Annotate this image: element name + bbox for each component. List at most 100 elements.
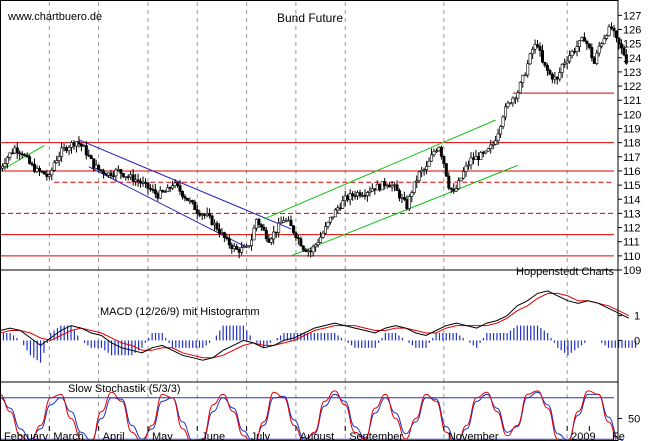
- candle-body: [20, 153, 24, 156]
- candle-body: [148, 188, 152, 190]
- candle-body: [109, 172, 113, 177]
- candle-body: [452, 188, 456, 192]
- price-tick-label: 121: [623, 95, 641, 107]
- price-tick-label: 113: [623, 208, 641, 220]
- candle-body: [587, 43, 591, 48]
- candle-body: [346, 195, 350, 201]
- candle-body: [45, 173, 49, 177]
- candle-body: [439, 147, 443, 157]
- candle-body: [605, 35, 609, 40]
- candle-body: [15, 147, 19, 154]
- candle-body: [183, 196, 187, 199]
- chart-stage: 109 110 111 112 113 114 115 116 117 118 119 120 121 1…: [0, 0, 672, 441]
- candle-body: [3, 163, 7, 167]
- candle-body: [60, 147, 64, 157]
- candle-body: [597, 45, 601, 54]
- candle-body: [563, 62, 567, 65]
- candle-body: [385, 184, 389, 187]
- price-tick-label: 109: [623, 265, 641, 277]
- candle-body: [74, 141, 78, 147]
- candle-body: [296, 237, 300, 240]
- x-tick-label: November: [448, 431, 499, 441]
- candle-body: [479, 152, 483, 160]
- candle-body: [274, 231, 278, 234]
- candle-body: [47, 174, 51, 177]
- candle-body: [326, 221, 330, 227]
- price-tick-label: 112: [623, 223, 641, 235]
- candle-body: [230, 244, 234, 249]
- candle-body: [267, 238, 271, 243]
- candle-body: [516, 92, 520, 99]
- candle-body: [319, 236, 323, 243]
- candle-body: [518, 82, 522, 94]
- candle-body: [449, 187, 453, 190]
- candle-body: [427, 160, 431, 167]
- stochastic-tick-label: 50: [628, 414, 640, 426]
- candle-body: [388, 184, 392, 188]
- candle-body: [575, 46, 579, 52]
- candle-body: [72, 142, 76, 147]
- candle-body: [484, 150, 488, 154]
- candle-body: [247, 245, 251, 247]
- candle-body: [316, 242, 320, 246]
- candle-body: [232, 246, 236, 249]
- price-tick-label: 110: [623, 251, 641, 263]
- candle-body: [143, 182, 147, 184]
- candle-body: [111, 175, 115, 178]
- candle-body: [235, 246, 239, 250]
- x-tick-label: Fe: [612, 431, 625, 441]
- candle-body: [568, 55, 572, 62]
- candle-body: [153, 189, 157, 194]
- candle-body: [252, 227, 256, 241]
- candle-body: [240, 247, 244, 253]
- candle-body: [277, 222, 281, 234]
- price-tick-label: 120: [623, 109, 641, 121]
- candle-body: [213, 222, 217, 226]
- candle-body: [494, 140, 498, 145]
- candle-body: [540, 50, 544, 63]
- candle-body: [481, 152, 485, 154]
- candle-body: [548, 70, 552, 75]
- candle-body: [459, 177, 463, 182]
- candle-body: [134, 179, 138, 182]
- candle-body: [614, 30, 618, 39]
- candle-body: [309, 250, 313, 253]
- candle-body: [25, 154, 29, 157]
- candle-body: [395, 184, 399, 191]
- x-tick-label: 2009: [571, 431, 595, 441]
- candle-body: [360, 195, 364, 197]
- price-tick-label: 122: [623, 81, 641, 93]
- candle-body: [444, 163, 448, 177]
- candle-body: [358, 192, 362, 197]
- candle-body: [185, 197, 189, 201]
- candle-body: [582, 37, 586, 42]
- candle-body: [499, 126, 503, 135]
- candle-body: [523, 74, 527, 77]
- candle-body: [521, 74, 525, 83]
- candle-body: [513, 97, 517, 100]
- candle-body: [126, 176, 130, 178]
- candle-body: [250, 239, 254, 246]
- candle-body: [79, 143, 83, 147]
- candle-body: [205, 213, 209, 216]
- candle-body: [77, 141, 81, 145]
- price-tick-label: 117: [623, 152, 641, 164]
- candle-body: [380, 181, 384, 191]
- candle-body: [18, 152, 22, 155]
- candle-body: [506, 102, 510, 108]
- macd-tick-label: 0: [634, 335, 640, 347]
- candle-body: [471, 157, 475, 160]
- x-tick-label: August: [300, 431, 334, 441]
- candle-body: [457, 180, 461, 189]
- candle-body: [383, 181, 387, 186]
- candle-body: [87, 154, 91, 157]
- credit-label: Hoppenstedt Charts: [516, 266, 614, 278]
- candle-body: [102, 170, 106, 174]
- candle-body: [287, 219, 291, 222]
- candle-body: [533, 44, 537, 50]
- candle-body: [245, 245, 249, 248]
- candle-body: [560, 64, 564, 73]
- candle-body: [131, 174, 135, 182]
- candle-body: [425, 166, 429, 170]
- candle-body: [129, 174, 133, 178]
